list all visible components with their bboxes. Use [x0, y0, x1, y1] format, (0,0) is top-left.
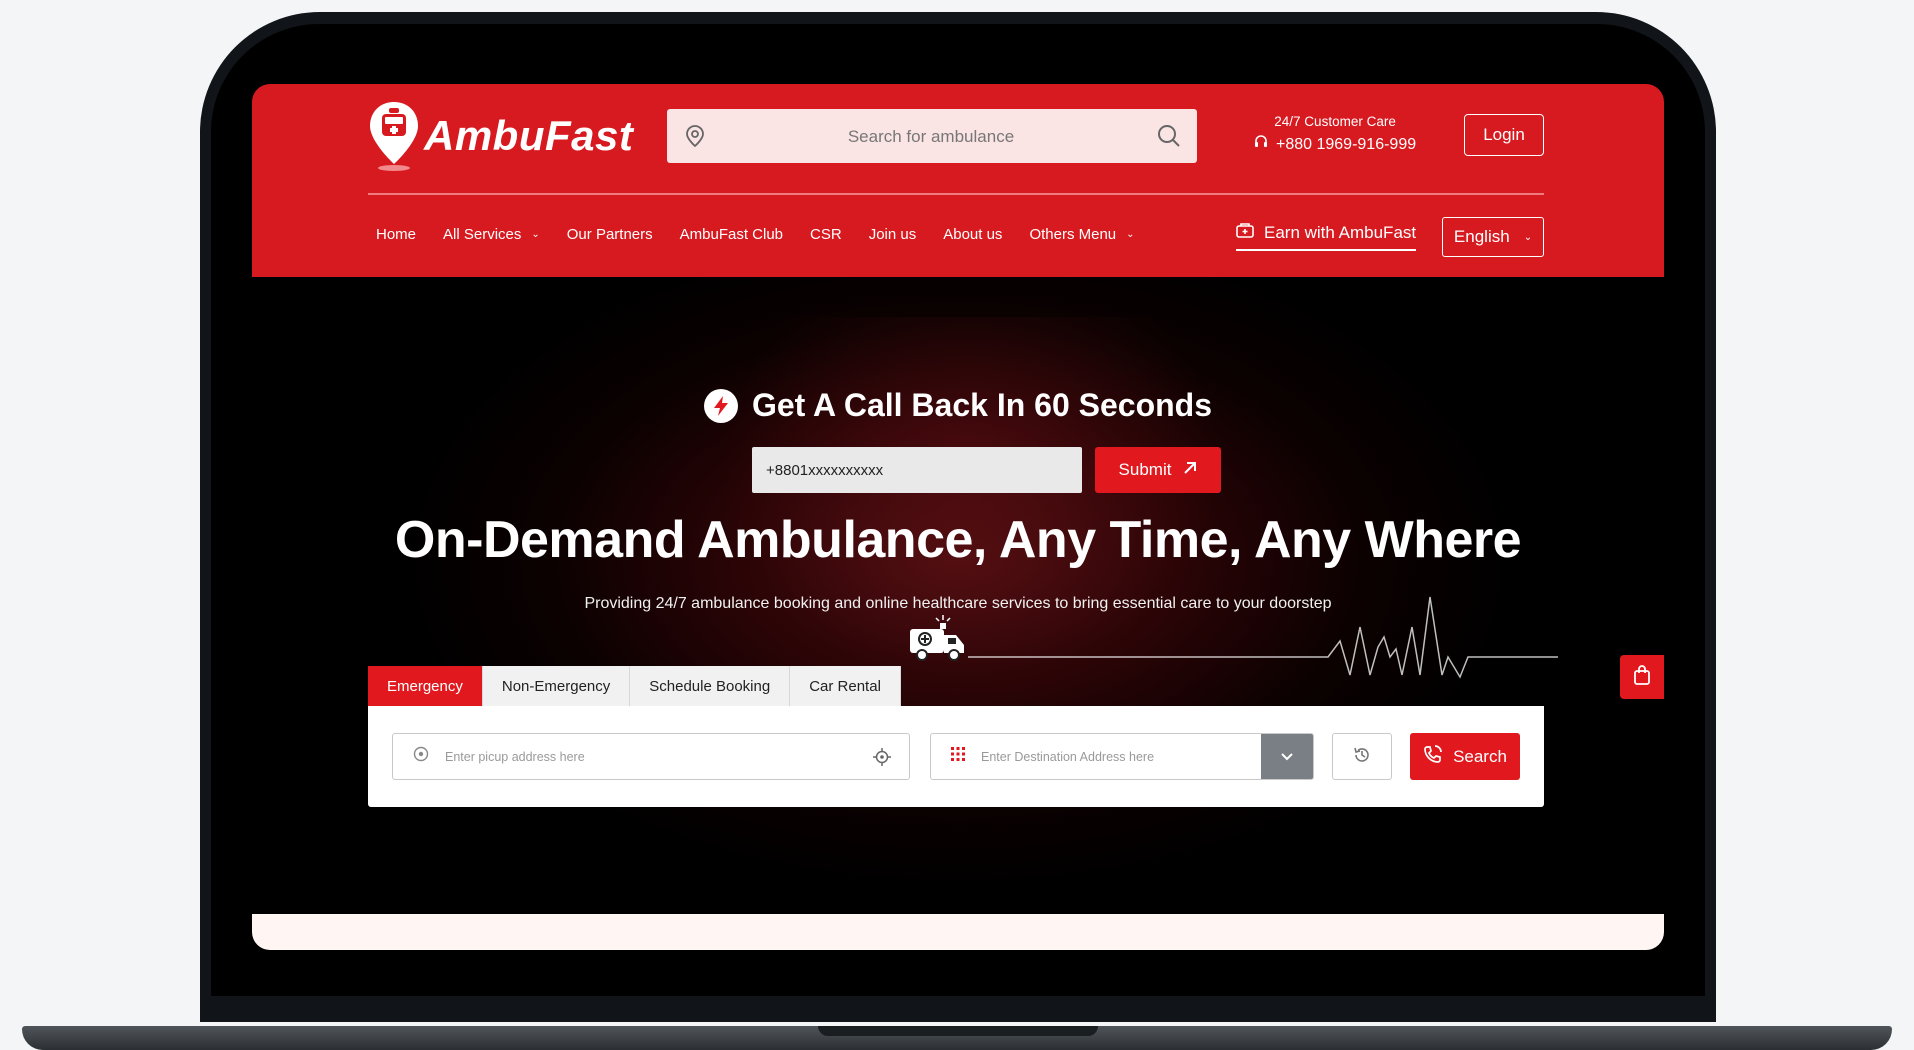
destination-dropdown-button[interactable]: [1261, 734, 1313, 779]
pickup-field: [392, 733, 910, 780]
customer-care-phone[interactable]: +880 1969-916-999: [1276, 136, 1416, 154]
nav-item-csr[interactable]: CSR: [810, 226, 842, 243]
crosshair-icon[interactable]: [873, 748, 891, 771]
nav-item-ambufast-club[interactable]: AmbuFast Club: [680, 226, 783, 243]
header-divider: [368, 193, 1544, 195]
lightning-icon: [703, 388, 738, 423]
language-select[interactable]: English ⌄: [1442, 217, 1544, 257]
tab-car-rental[interactable]: Car Rental: [790, 666, 901, 706]
nav-item-label: Home: [376, 226, 417, 243]
tab-non-emergency[interactable]: Non-Emergency: [482, 666, 631, 706]
chevron-down-icon: ⌄: [531, 229, 540, 240]
booking-tabs: Emergency Non-Emergency Schedule Booking…: [368, 666, 901, 706]
chevron-down-icon: [1281, 748, 1293, 766]
search-icon[interactable]: [1157, 124, 1181, 153]
main-nav: Home All Services ⌄ Our Partners AmbuFast…: [376, 226, 1135, 243]
wallet-icon: [1236, 222, 1254, 243]
target-icon: [413, 746, 429, 767]
nav-item-label: AmbuFast Club: [679, 226, 784, 243]
laptop-notch: [818, 1026, 1098, 1036]
phone-number-input[interactable]: [752, 447, 1082, 493]
floating-cart-button[interactable]: [1620, 655, 1664, 699]
history-icon: [1353, 746, 1371, 767]
nav-item-label: Our Partners: [566, 226, 653, 243]
search-ambulance-button[interactable]: Search: [1410, 733, 1520, 780]
nav-item-our-partners[interactable]: Our Partners: [567, 226, 653, 243]
search-button-label: Search: [1453, 746, 1507, 766]
chevron-down-icon: ⌄: [1126, 229, 1135, 240]
logo[interactable]: AmbuFast: [368, 100, 633, 172]
customer-care-phone-row[interactable]: +880 1969-916-999: [1254, 135, 1416, 154]
hero-headline: On-Demand Ambulance, Any Time, Any Where: [394, 511, 1522, 569]
booking-form: Search: [368, 706, 1544, 807]
chevron-down-icon: ⌄: [1523, 231, 1533, 243]
earn-label: Earn with AmbuFast: [1264, 222, 1417, 242]
phone-call-icon: [1423, 744, 1443, 769]
ambulance-search-bar: [667, 109, 1197, 165]
nav-item-label: Others Menu: [1029, 226, 1117, 243]
customer-care: 24/7 Customer Care +880 1969-916-999: [1254, 114, 1416, 154]
destination-field: [930, 733, 1314, 780]
nav-item-label: All Services: [443, 226, 522, 243]
login-button[interactable]: Login: [1464, 114, 1544, 156]
nav-item-home[interactable]: Home: [376, 226, 416, 243]
customer-care-title: 24/7 Customer Care: [1274, 114, 1396, 129]
tab-schedule-booking[interactable]: Schedule Booking: [630, 666, 791, 706]
callback-title: Get A Call Back In 60 Seconds: [751, 387, 1212, 423]
location-pin-icon: [685, 125, 705, 152]
submit-label: Submit: [1118, 460, 1172, 479]
earn-with-ambufast-link[interactable]: Earn with AmbuFast: [1236, 222, 1417, 251]
nav-item-others-menu[interactable]: Others Menu ⌄: [1029, 226, 1134, 243]
shopping-bag-icon: [1633, 664, 1651, 690]
history-button[interactable]: [1332, 733, 1392, 780]
next-section-strip: [252, 914, 1664, 950]
nav-item-label: CSR: [810, 226, 842, 243]
search-input[interactable]: [719, 109, 1143, 165]
site-header: AmbuFast 24/7 Customer Care +880 1969-91…: [252, 84, 1664, 277]
grid-dots-icon: [951, 747, 965, 766]
nav-item-all-services[interactable]: All Services ⌄: [443, 226, 540, 243]
submit-button[interactable]: Submit: [1095, 447, 1221, 493]
arrow-up-right-icon: [1183, 460, 1197, 480]
tab-emergency[interactable]: Emergency: [368, 666, 483, 706]
nav-item-label: Join us: [868, 226, 917, 243]
ambulance-pin-icon: [368, 100, 420, 172]
nav-item-label: About us: [943, 226, 1003, 243]
language-value: English: [1453, 227, 1510, 246]
ambulance-icon: [910, 615, 964, 661]
ambulance-ecg-illustration: [910, 596, 1558, 679]
callback-heading: Get A Call Back In 60 Seconds: [252, 387, 1664, 424]
destination-input[interactable]: [979, 748, 1253, 765]
nav-item-join-us[interactable]: Join us: [869, 226, 917, 243]
hero-section: Get A Call Back In 60 Seconds Submit On-…: [252, 277, 1664, 907]
headset-icon: [1254, 135, 1268, 154]
brand-name: AmbuFast: [424, 112, 634, 159]
pickup-input[interactable]: [443, 748, 867, 765]
nav-item-about-us[interactable]: About us: [943, 226, 1002, 243]
website-screen: AmbuFast 24/7 Customer Care +880 1969-91…: [252, 84, 1664, 950]
